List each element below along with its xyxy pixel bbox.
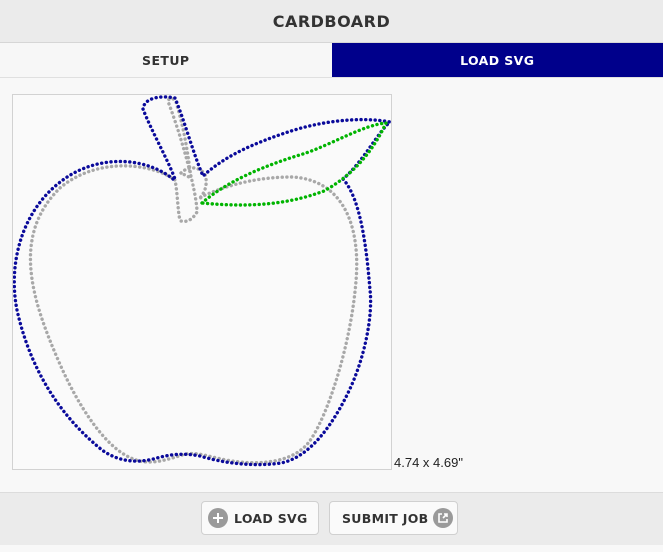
plus-circle-icon: [208, 508, 228, 528]
svg-preview-drawing: [13, 95, 391, 467]
tab-bar: SETUP LOAD SVG: [0, 43, 663, 78]
apple-leaf-outline: [197, 121, 389, 207]
tab-setup[interactable]: SETUP: [0, 43, 332, 77]
load-svg-button[interactable]: LOAD SVG: [201, 501, 319, 535]
footer-toolbar: LOAD SVG SUBMIT JOB: [0, 492, 663, 545]
svg-dimensions-label: 4.74 x 4.69": [394, 455, 463, 470]
svg-preview-canvas: [12, 94, 392, 470]
submit-job-button[interactable]: SUBMIT JOB: [329, 501, 458, 535]
share-external-icon: [433, 508, 454, 528]
load-svg-label: LOAD SVG: [234, 510, 308, 526]
app-title: CARDBOARD: [272, 11, 391, 31]
apple-body-outer-outline: [13, 95, 391, 467]
tab-load-svg[interactable]: LOAD SVG: [331, 43, 663, 77]
app-header: CARDBOARD: [0, 0, 663, 43]
submit-job-label: SUBMIT JOB: [342, 510, 429, 526]
